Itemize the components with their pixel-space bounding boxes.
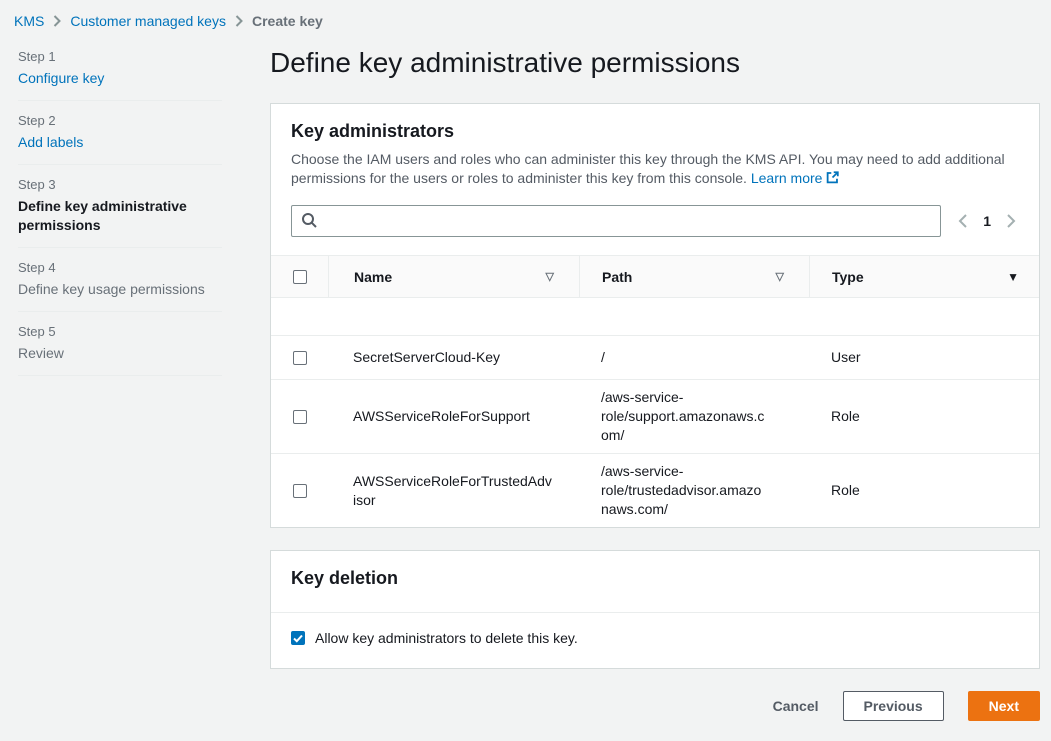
current-page-number[interactable]: 1	[980, 213, 994, 229]
allow-delete-checkbox[interactable]	[291, 631, 305, 645]
search-icon	[301, 212, 318, 232]
table-row[interactable]: SecretServerCloud-Key / User	[271, 336, 1039, 380]
search-field-wrap	[291, 205, 941, 237]
cell-path: /	[579, 340, 809, 375]
column-header-name[interactable]: Name ▽	[328, 256, 579, 297]
key-administrators-panel: Key administrators Choose the IAM users …	[270, 103, 1040, 528]
key-administrators-table: Name ▽ Path ▽ Type ▼	[271, 255, 1039, 527]
cell-name: SecretServerCloud-Key	[328, 340, 579, 375]
steps-sidebar: Step 1 Configure key Step 2 Add labels S…	[0, 41, 270, 741]
sidebar-item-define-key-administrative-permissions: Define key administrative permissions	[18, 197, 222, 235]
cell-path: /aws-service-role/trustedadvisor.amazona…	[579, 454, 809, 527]
breadcrumb: KMS Customer managed keys Create key	[0, 0, 1051, 29]
page-container: Step 1 Configure key Step 2 Add labels S…	[0, 41, 1051, 741]
key-administrators-title: Key administrators	[291, 121, 1019, 142]
page-title: Define key administrative permissions	[270, 47, 1040, 79]
breadcrumb-link-kms[interactable]: KMS	[14, 13, 44, 29]
key-deletion-body: Allow key administrators to delete this …	[271, 613, 1039, 668]
row-select-cell	[271, 484, 328, 498]
sidebar-item-define-key-usage-permissions: Define key usage permissions	[18, 280, 222, 299]
breadcrumb-current: Create key	[252, 13, 323, 29]
step-number: Step 1	[18, 49, 222, 64]
chevron-right-icon	[235, 15, 243, 27]
table-row-empty	[271, 298, 1039, 336]
step-number: Step 2	[18, 113, 222, 128]
breadcrumb-link-customer-managed-keys[interactable]: Customer managed keys	[70, 13, 226, 29]
allow-delete-label[interactable]: Allow key administrators to delete this …	[315, 630, 578, 646]
table-toolbar: 1	[271, 203, 1039, 255]
sidebar-item-review: Review	[18, 344, 222, 363]
cell-name: AWSServiceRoleForSupport	[328, 399, 579, 434]
search-input[interactable]	[291, 205, 941, 237]
step-item-4: Step 4 Define key usage permissions	[18, 260, 222, 312]
description-text: Choose the IAM users and roles who can a…	[291, 151, 1005, 186]
step-item-2: Step 2 Add labels	[18, 113, 222, 165]
sidebar-item-configure-key[interactable]: Configure key	[18, 69, 222, 88]
key-deletion-header: Key deletion	[271, 551, 1039, 613]
column-label: Path	[602, 269, 632, 285]
key-administrators-header: Key administrators Choose the IAM users …	[271, 104, 1039, 203]
column-header-type[interactable]: Type ▼	[809, 256, 1039, 297]
step-item-3: Step 3 Define key administrative permiss…	[18, 177, 222, 248]
cell-type: User	[809, 340, 1039, 375]
pagination: 1	[955, 211, 1019, 231]
key-deletion-title: Key deletion	[291, 568, 1019, 589]
table-row[interactable]: AWSServiceRoleForTrustedAdvisor /aws-ser…	[271, 454, 1039, 527]
previous-page-button[interactable]	[955, 211, 970, 231]
cell-path: /aws-service-role/support.amazonaws.com/	[579, 380, 809, 453]
step-number: Step 5	[18, 324, 222, 339]
cell-name: AWSServiceRoleForTrustedAdvisor	[328, 464, 579, 518]
row-checkbox[interactable]	[293, 351, 307, 365]
step-number: Step 4	[18, 260, 222, 275]
external-link-icon[interactable]	[826, 170, 839, 189]
sort-icon[interactable]: ▽	[776, 270, 784, 283]
learn-more-link[interactable]: Learn more	[751, 170, 823, 186]
filter-icon[interactable]: ▼	[1007, 270, 1019, 284]
select-all-cell	[271, 270, 328, 284]
table-header-row: Name ▽ Path ▽ Type ▼	[271, 255, 1039, 298]
step-item-5: Step 5 Review	[18, 324, 222, 376]
cancel-button[interactable]: Cancel	[773, 698, 819, 714]
cell-type: Role	[809, 473, 1039, 508]
chevron-right-icon	[53, 15, 61, 27]
main-content: Define key administrative permissions Ke…	[270, 41, 1040, 741]
row-select-cell	[271, 410, 328, 424]
row-checkbox[interactable]	[293, 484, 307, 498]
key-deletion-panel: Key deletion Allow key administrators to…	[270, 550, 1040, 669]
sort-icon[interactable]: ▽	[546, 270, 554, 283]
select-all-checkbox[interactable]	[293, 270, 307, 284]
cell-type: Role	[809, 399, 1039, 434]
next-page-button[interactable]	[1004, 211, 1019, 231]
row-checkbox[interactable]	[293, 410, 307, 424]
column-label: Type	[832, 269, 864, 285]
row-select-cell	[271, 351, 328, 365]
step-number: Step 3	[18, 177, 222, 192]
column-label: Name	[354, 269, 392, 285]
sidebar-item-add-labels[interactable]: Add labels	[18, 133, 222, 152]
step-item-1: Step 1 Configure key	[18, 49, 222, 101]
key-administrators-description: Choose the IAM users and roles who can a…	[291, 150, 1019, 189]
table-row[interactable]: AWSServiceRoleForSupport /aws-service-ro…	[271, 380, 1039, 454]
column-header-path[interactable]: Path ▽	[579, 256, 809, 297]
